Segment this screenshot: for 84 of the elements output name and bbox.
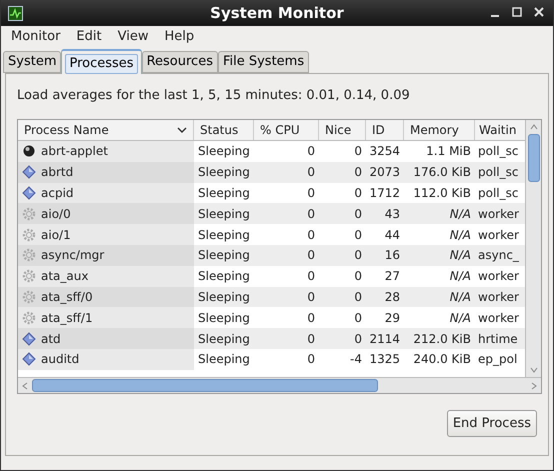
column-header[interactable]: Memory [404, 120, 475, 140]
ball-icon [22, 144, 36, 158]
table-cell: 0 [319, 286, 366, 308]
gear-icon [22, 248, 36, 262]
table-cell: 16 [366, 244, 404, 266]
column-header[interactable]: Waitin [475, 120, 525, 140]
menu-item[interactable]: Monitor [3, 27, 68, 47]
table-cell: 0 [319, 162, 366, 183]
table-cell-text: ata_aux [41, 268, 88, 286]
diamond-icon [22, 352, 36, 366]
table-cell-text: atd [41, 330, 61, 348]
table-cell: worker [475, 203, 525, 224]
table-cell: 0 [254, 286, 319, 308]
column-header[interactable]: Status [194, 120, 254, 140]
column-header[interactable]: % CPU [254, 120, 319, 140]
table-cell-text: async/mgr [41, 247, 104, 264]
column-header[interactable]: Nice [319, 120, 366, 140]
table-cell: Sleeping [194, 286, 254, 308]
table-cell: N/A [404, 203, 475, 224]
table-cell: 212.0 KiB [404, 328, 475, 349]
table-cell: 176.0 KiB [404, 162, 475, 183]
load-averages-text: Load averages for the last 1, 5, 15 minutes: 0.01, 0.14, 0.09 [17, 87, 411, 105]
table-cell: 2073 [366, 162, 404, 183]
diamond-icon [22, 186, 36, 200]
table-cell: 0 [319, 203, 366, 224]
tab[interactable]: System [3, 51, 62, 73]
tab[interactable]: Resources [142, 51, 218, 73]
table-cell: 112.0 KiB [404, 182, 475, 204]
table-cell: 43 [366, 203, 404, 224]
table-cell: 0 [319, 244, 366, 266]
table-cell: poll_sc [475, 162, 525, 183]
table-cell: Sleeping [194, 203, 254, 224]
table-cell-text: abrt-applet [41, 143, 108, 160]
table-cell: N/A [404, 244, 475, 266]
table-cell-text: ata_sff/0 [41, 288, 93, 306]
table-cell: Sleeping [194, 244, 254, 266]
table-cell: 0 [254, 162, 319, 183]
menu-item[interactable]: Help [156, 27, 202, 47]
gear-icon [22, 206, 36, 221]
table-cell: 0 [319, 328, 366, 349]
column-header[interactable]: Process Name [18, 120, 194, 140]
table-cell: 1712 [366, 182, 404, 204]
table-cell-text: ata_sff/1 [41, 310, 93, 327]
table-cell: 28 [366, 286, 404, 308]
menu-item[interactable]: Edit [68, 27, 110, 47]
table-cell-text: abrtd [41, 164, 74, 182]
table-cell: Sleeping [194, 182, 254, 204]
table-cell-text: aio/0 [41, 206, 71, 223]
table-cell: hrtime [475, 328, 525, 349]
menu-item[interactable]: View [110, 27, 156, 47]
gear-icon [22, 290, 36, 304]
table-cell: 0 [254, 182, 319, 204]
table-cell: Sleeping [194, 328, 254, 349]
table-cell: 0 [254, 328, 319, 349]
vertical-scrollbar[interactable] [525, 120, 541, 377]
diamond-icon [22, 332, 36, 346]
table-cell-text: aio/1 [41, 226, 71, 244]
gear-icon [22, 228, 36, 242]
table-cell: poll_sc [475, 182, 525, 204]
end-process-button[interactable]: End Process [446, 410, 537, 437]
table-cell: 2114 [366, 328, 404, 349]
table-cell: worker [475, 286, 525, 308]
diamond-icon [22, 165, 36, 180]
scrollbar-thumb[interactable] [528, 134, 540, 182]
sort-descending-icon[interactable] [177, 126, 187, 134]
table-cell: 0 [254, 203, 319, 224]
tab[interactable]: Processes [61, 49, 142, 74]
maximize-icon[interactable] [511, 5, 523, 19]
gear-icon [22, 310, 36, 325]
table-cell: N/A [404, 286, 475, 308]
table-cell-text: acpid [41, 184, 74, 202]
close-icon[interactable] [533, 5, 545, 19]
table-cell: 0 [319, 182, 366, 204]
gear-icon [22, 269, 36, 284]
scrollbar-thumb[interactable] [32, 379, 378, 392]
table-cell: 0 [254, 244, 319, 266]
tab[interactable]: File Systems [218, 51, 310, 73]
table-cell: Sleeping [194, 162, 254, 183]
column-header[interactable]: ID [366, 120, 404, 140]
table-cell-text: auditd [41, 351, 80, 368]
horizontal-scrollbar[interactable] [18, 377, 541, 393]
window-title: System Monitor [210, 2, 344, 24]
app-icon [8, 6, 23, 21]
table-cell: async_ [475, 244, 525, 266]
